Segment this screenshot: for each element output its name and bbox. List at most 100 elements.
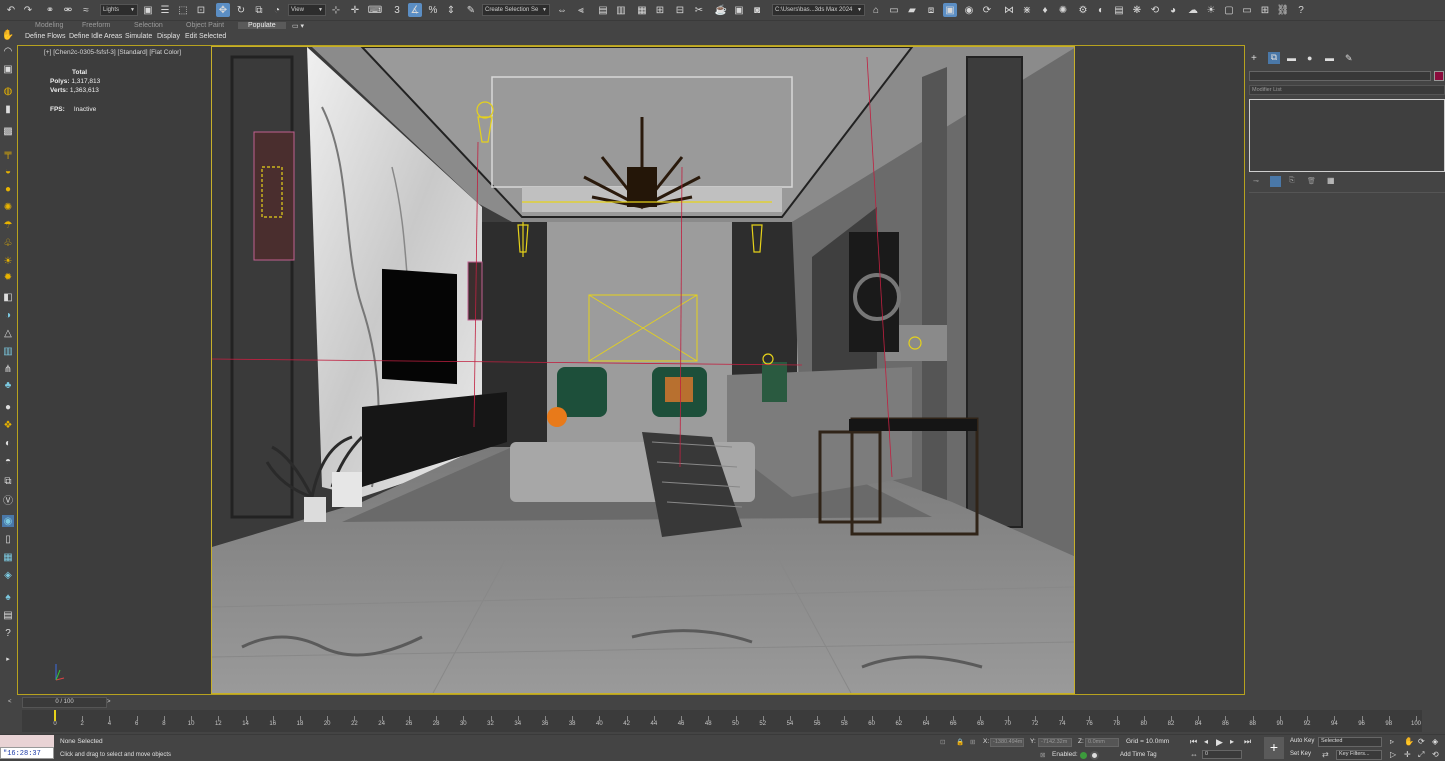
percent-snap-icon[interactable]: % <box>426 3 440 17</box>
roll-icon[interactable]: ⟲ <box>1432 750 1439 759</box>
maximize-viewport-icon[interactable]: ⤢ <box>1418 750 1424 760</box>
ies-light-icon[interactable]: ♧ <box>2 237 14 249</box>
list-tool-icon[interactable]: ▤ <box>1112 3 1126 17</box>
paint-tool-icon[interactable]: ◕ <box>1166 3 1180 17</box>
vray-icon[interactable]: Ⓥ <box>2 493 14 507</box>
panel-tool-icon[interactable]: ▭ <box>1240 3 1254 17</box>
pan-view-icon[interactable]: ✋ <box>1404 737 1414 746</box>
viewport-active-icon[interactable]: ▣ <box>943 3 957 17</box>
select-place-icon[interactable]: ◔ <box>270 3 284 17</box>
sphere-icon[interactable]: ◑ <box>2 309 14 321</box>
material-tool-icon[interactable]: ◐ <box>1094 3 1108 17</box>
tab-object-paint[interactable]: Object Paint <box>186 22 224 29</box>
undo-icon[interactable]: ↶ <box>4 3 18 17</box>
select-scale-icon[interactable]: ⧉ <box>252 3 266 17</box>
configure-sets-icon[interactable]: ▦ <box>1327 176 1335 185</box>
camera-tool-icon[interactable]: ⚙ <box>1076 3 1090 17</box>
maxscript-listener[interactable] <box>0 735 54 747</box>
expand-icon[interactable]: ▸ <box>2 653 14 665</box>
motion-tab-icon[interactable]: ● <box>1307 53 1312 63</box>
key-mode-icon[interactable]: ⇔ <box>1190 750 1198 759</box>
spinner-snap-icon[interactable]: ⇕ <box>444 3 458 17</box>
pivot-center-icon[interactable]: ⊹ <box>329 3 343 17</box>
slider-next-icon[interactable]: > <box>107 699 111 705</box>
material-ball-icon[interactable]: ● <box>2 401 14 413</box>
pin-stack-icon[interactable]: ⊸ <box>1253 177 1259 185</box>
prev-frame-icon[interactable]: ◂ <box>1204 737 1208 746</box>
object-color-swatch[interactable] <box>1434 71 1444 81</box>
box-icon[interactable]: ◧ <box>2 291 14 303</box>
sun-icon[interactable]: ☀ <box>2 255 14 267</box>
rendered-frame-icon[interactable]: ▣ <box>732 3 746 17</box>
layer-explorer-icon[interactable]: ▥ <box>614 3 628 17</box>
proxy-icon[interactable]: ◓ <box>2 455 14 467</box>
cloud-tool-icon[interactable]: ☁ <box>1186 3 1200 17</box>
show-end-result-icon[interactable] <box>1270 176 1281 187</box>
play-icon[interactable]: ▶ <box>1216 737 1223 748</box>
link-tool-icon[interactable]: ⛓ <box>1276 3 1290 17</box>
spotlight-icon[interactable]: ╤ <box>2 147 14 159</box>
render-setup-icon[interactable]: ☕ <box>714 3 728 17</box>
bulb-icon[interactable]: ☀ <box>1204 3 1218 17</box>
current-frame-field[interactable]: 0 <box>1202 750 1242 759</box>
angle-snap-icon[interactable]: ∡ <box>408 3 422 17</box>
tab-populate[interactable]: Populate <box>238 22 286 29</box>
set-keys-icon[interactable]: + <box>1264 737 1284 759</box>
lamp-icon[interactable]: ▮ <box>2 103 14 115</box>
reference-coord-dropdown[interactable]: View ▼ <box>288 4 326 16</box>
sun-tool-icon[interactable]: ✺ <box>1056 3 1070 17</box>
render-circle-icon[interactable]: ◉ <box>962 3 976 17</box>
scene-converter-icon[interactable]: ◈ <box>2 569 14 581</box>
display-tab-icon[interactable]: ▬ <box>1325 53 1334 63</box>
absolute-mode-icon[interactable]: ⊞ <box>970 738 975 746</box>
unlink-icon[interactable]: ⚮ <box>61 3 75 17</box>
maxscript-mini-listener[interactable]: "16:28:37 >> <box>0 747 54 759</box>
scene-explorer-icon[interactable]: ▤ <box>596 3 610 17</box>
edit-named-selection-icon[interactable]: ✎ <box>464 3 478 17</box>
tab-selection[interactable]: Selection <box>134 22 163 29</box>
modifier-stack[interactable] <box>1249 99 1445 172</box>
key-selection-dropdown[interactable]: Selected <box>1318 737 1382 747</box>
utilities-tab-icon[interactable]: ✎ <box>1345 53 1353 64</box>
key-filter-icon[interactable]: ⇄ <box>1322 750 1329 759</box>
frame-tool-icon[interactable]: ▢ <box>1222 3 1236 17</box>
mesh-tool-icon[interactable]: ⋈ <box>1002 3 1016 17</box>
key-filters-button[interactable]: Key Filters... <box>1336 750 1382 760</box>
curve-editor-icon[interactable]: ⊞ <box>653 3 667 17</box>
go-to-end-icon[interactable]: ⏭ <box>1244 737 1251 747</box>
hand-icon[interactable]: ✋ <box>2 29 14 41</box>
tab-modeling[interactable]: Modeling <box>35 22 63 29</box>
select-move-icon[interactable]: ✥ <box>216 3 230 17</box>
mirror-icon[interactable]: ⇔ <box>555 3 569 17</box>
ribbon-options-icon[interactable]: ▭ ▾ <box>292 22 304 30</box>
display-button[interactable]: Display <box>157 33 180 40</box>
material-editor-icon[interactable]: ✂ <box>692 3 706 17</box>
isolate-icon[interactable]: ⊡ <box>940 738 945 746</box>
scatter-icon[interactable]: ♠ <box>2 591 14 603</box>
create-tab-icon[interactable]: + <box>1251 53 1257 64</box>
add-time-tag-button[interactable]: Add Time Tag <box>1120 752 1157 758</box>
help-circle-icon[interactable]: ? <box>2 627 14 639</box>
redo-icon[interactable]: ↷ <box>21 3 35 17</box>
refresh-icon[interactable]: ⟳ <box>980 3 994 17</box>
lister-icon[interactable]: ▦ <box>2 551 14 563</box>
cylinder-icon[interactable]: ▥ <box>2 345 14 357</box>
set-key-button[interactable]: Set Key <box>1290 751 1311 757</box>
time-slider[interactable]: 0 / 100 <box>22 697 107 708</box>
dome-light-icon[interactable]: ◒ <box>2 165 14 177</box>
grid-tool-icon[interactable]: ⊞ <box>1258 3 1272 17</box>
lock-selection-icon[interactable]: 🔒 <box>956 738 964 746</box>
keyboard-shortcut-icon[interactable]: ⌨ <box>368 3 382 17</box>
projector-icon[interactable]: ▩ <box>2 125 14 137</box>
texture-icon[interactable]: ◐ <box>2 437 14 449</box>
auto-key-button[interactable]: Auto Key <box>1290 738 1314 744</box>
remove-modifier-icon[interactable]: 🗑 <box>1307 177 1316 185</box>
zoom-extents-icon[interactable]: ▹ <box>1390 737 1394 746</box>
help-icon[interactable]: ? <box>1294 3 1308 17</box>
scene-states-icon[interactable]: ⧈ <box>924 3 938 17</box>
go-to-start-icon[interactable]: ⏮ <box>1190 737 1197 747</box>
named-selection-dropdown[interactable]: Create Selection Se ▼ <box>482 4 550 16</box>
folder-icon[interactable]: ▭ <box>887 3 901 17</box>
toggle-ribbon-icon[interactable]: ▦ <box>635 3 649 17</box>
snaps-toggle-icon[interactable]: 3 <box>390 3 404 17</box>
